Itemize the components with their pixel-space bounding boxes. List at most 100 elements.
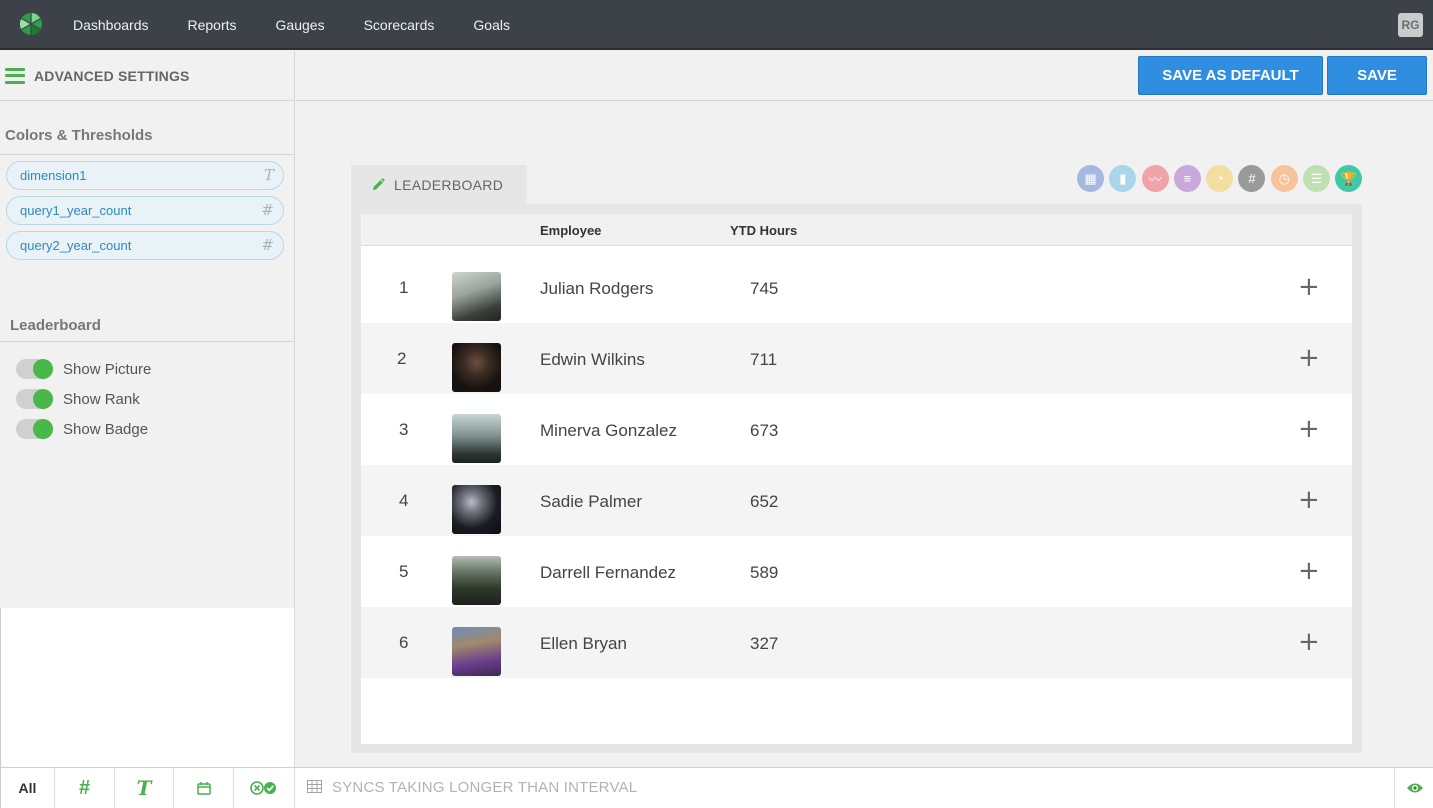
settings-sidebar: ADVANCED SETTINGS Colors & Thresholds di… [0, 51, 295, 608]
bottom-filter-bar: All # T SYNCS TAKING LONGER THAN INTERVA… [0, 767, 1433, 808]
employee-name: Julian Rodgers [540, 279, 654, 298]
employee-name: Sadie Palmer [540, 492, 643, 511]
toggle-switch[interactable] [16, 389, 53, 409]
user-avatar[interactable]: RG [1398, 13, 1423, 37]
colors-thresholds-heading: Colors & Thresholds [0, 127, 294, 155]
table-row: 4 Sadie Palmer 652 + [361, 465, 1352, 536]
sync-status-message: SYNCS TAKING LONGER THAN INTERVAL [332, 779, 638, 796]
expand-plus-icon[interactable]: + [1298, 627, 1320, 657]
sidebar-title: ADVANCED SETTINGS [34, 67, 190, 84]
gauge-icon[interactable]: ◷ [1270, 165, 1298, 192]
toggle-show-rank[interactable]: Show Rank [0, 384, 294, 414]
widget-type-picker: ▦ ▮ 〰 ≡ ◔ # ◷ ☰ 🏆 [1077, 165, 1368, 192]
toggle-switch[interactable] [16, 359, 53, 379]
save-button[interactable]: SAVE [1327, 56, 1427, 95]
hours-value: 711 [750, 350, 778, 369]
horizontal-bar-icon[interactable]: ≡ [1173, 165, 1201, 192]
rank: 3 [399, 420, 409, 439]
toggle-switch[interactable] [16, 419, 53, 439]
nav-dashboards[interactable]: Dashboards [73, 17, 149, 33]
employee-photo [452, 627, 501, 676]
employee-name: Edwin Wilkins [540, 350, 645, 369]
field-pill-query2[interactable]: query2_year_count # [6, 231, 284, 260]
table-icon[interactable]: ▦ [1077, 165, 1104, 192]
expand-plus-icon[interactable]: + [1298, 556, 1320, 586]
table-header: Employee YTD Hours [361, 214, 1352, 246]
toggle-list: Show Picture Show Rank Show Badge [0, 354, 294, 444]
employee-photo [452, 485, 501, 534]
status-filter-icon[interactable] [234, 768, 295, 808]
table-row: 1 Julian Rodgers 745 + [361, 252, 1352, 323]
employee-name: Minerva Gonzalez [540, 421, 678, 440]
rank: 2 [397, 349, 407, 368]
employee-name: Darrell Fernandez [540, 563, 677, 582]
hamburger-menu-icon[interactable] [5, 67, 25, 84]
bar-chart-icon[interactable]: ▮ [1109, 165, 1137, 192]
nav-goals[interactable]: Goals [473, 17, 510, 33]
number-filter-icon[interactable]: # [55, 768, 115, 808]
field-label: dimension1 [20, 168, 87, 183]
sidebar-header: ADVANCED SETTINGS [0, 51, 294, 101]
toggle-show-picture[interactable]: Show Picture [0, 354, 294, 384]
table-row: 3 Minerva Gonzalez 673 + [361, 394, 1352, 465]
list-icon[interactable]: ☰ [1303, 165, 1331, 192]
nav-gauges[interactable]: Gauges [276, 17, 325, 33]
column-header-hours[interactable]: YTD Hours [730, 223, 797, 238]
number-type-icon: # [261, 236, 274, 254]
calendar-filter-icon[interactable] [174, 768, 234, 808]
nav-scorecards[interactable]: Scorecards [364, 17, 435, 33]
rank: 6 [399, 633, 409, 652]
line-chart-icon[interactable]: 〰 [1141, 165, 1169, 192]
action-bar: SAVE AS DEFAULT SAVE [296, 51, 1433, 101]
rank: 1 [399, 278, 409, 297]
hours-value: 589 [750, 563, 779, 582]
table-row: 6 Ellen Bryan 327 + [361, 607, 1352, 678]
employee-photo [452, 556, 501, 605]
field-label: query2_year_count [20, 238, 132, 253]
table-icon [307, 780, 322, 793]
employee-photo [452, 343, 501, 392]
top-nav-bar: Dashboards Reports Gauges Scorecards Goa… [0, 0, 1433, 50]
hours-value: 673 [750, 421, 779, 440]
main-nav: Dashboards Reports Gauges Scorecards Goa… [73, 0, 549, 50]
expand-plus-icon[interactable]: + [1298, 485, 1320, 515]
hours-value: 652 [750, 492, 779, 511]
hours-value: 745 [750, 279, 779, 298]
text-filter-icon[interactable]: T [115, 768, 174, 808]
employee-photo [452, 414, 501, 463]
speedometer-icon[interactable]: ◔ [1206, 165, 1234, 192]
eye-icon[interactable] [1394, 768, 1433, 808]
expand-plus-icon[interactable]: + [1298, 414, 1320, 444]
table-row: 5 Darrell Fernandez 589 + [361, 536, 1352, 607]
trophy-icon[interactable]: 🏆 [1335, 165, 1363, 192]
text-type-icon: T [263, 166, 274, 184]
rank: 5 [399, 562, 409, 581]
rank: 4 [399, 491, 409, 510]
column-header-employee[interactable]: Employee [540, 223, 601, 238]
pencil-icon[interactable] [371, 178, 385, 192]
sidebar-empty-area [0, 608, 295, 767]
tab-label: LEADERBOARD [394, 177, 504, 193]
employee-name: Ellen Bryan [540, 634, 627, 653]
leaderboard-tab[interactable]: LEADERBOARD [351, 165, 527, 205]
toggle-label: Show Picture [63, 360, 152, 378]
expand-plus-icon[interactable]: + [1298, 272, 1320, 302]
leaderboard-heading: Leaderboard [0, 317, 294, 342]
field-label: query1_year_count [20, 203, 132, 218]
toggle-label: Show Rank [63, 390, 140, 408]
table-row: 2 Edwin Wilkins 711 + [361, 323, 1352, 394]
filter-all[interactable]: All [1, 768, 55, 808]
hours-value: 327 [750, 634, 779, 653]
field-pill-dimension1[interactable]: dimension1 T [6, 161, 284, 190]
nav-reports[interactable]: Reports [188, 17, 237, 33]
expand-plus-icon[interactable]: + [1298, 343, 1320, 373]
number-icon[interactable]: # [1238, 165, 1266, 192]
leaderboard-table: Employee YTD Hours 1 Julian Rodgers 745 … [361, 214, 1352, 744]
app-logo-icon[interactable] [19, 12, 43, 36]
save-as-default-button[interactable]: SAVE AS DEFAULT [1138, 56, 1323, 95]
toggle-label: Show Badge [63, 420, 149, 438]
field-pill-query1[interactable]: query1_year_count # [6, 196, 284, 225]
toggle-show-badge[interactable]: Show Badge [0, 414, 294, 444]
number-type-icon: # [261, 201, 274, 219]
employee-photo [452, 272, 501, 321]
